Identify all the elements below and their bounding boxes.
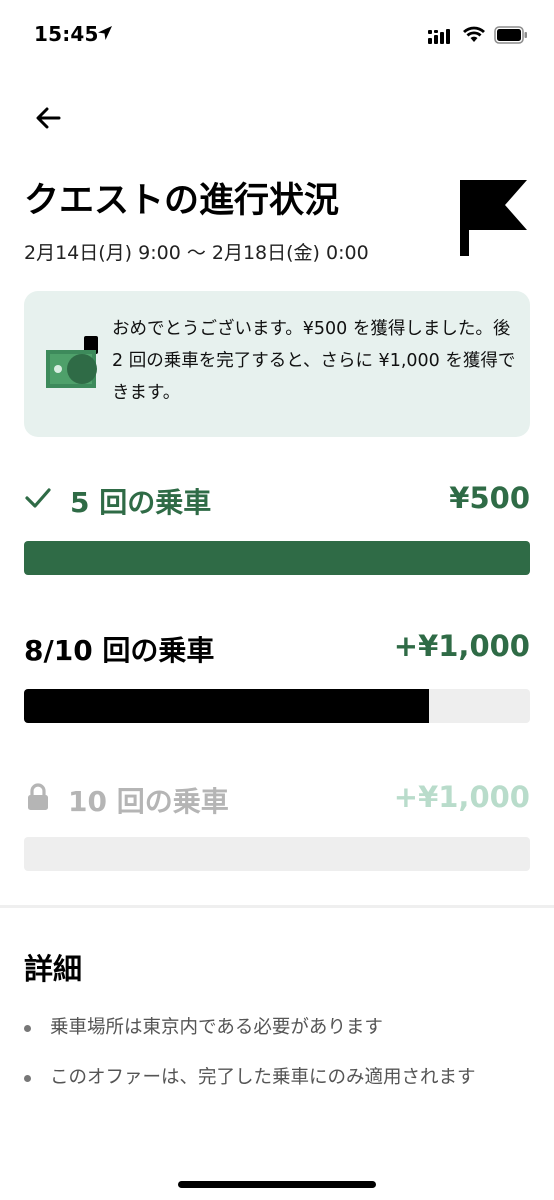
bullet — [24, 1075, 31, 1082]
progress-bar-fill — [24, 541, 530, 575]
progress-bar — [24, 689, 530, 723]
wifi-icon — [463, 26, 485, 42]
back-arrow-icon — [36, 107, 61, 129]
details-list: 乗車場所は東京内である必要があります このオファーは、完了した乗車にのみ適用され… — [24, 1012, 530, 1112]
tier-amount: +¥1,000 — [393, 780, 530, 814]
tier-amount: ¥500 — [449, 481, 530, 515]
signal-icon — [428, 29, 450, 44]
detail-text: このオファーは、完了した乗車にのみ適用されます — [50, 1067, 476, 1088]
lock-icon — [28, 783, 48, 810]
bullet — [24, 1025, 31, 1032]
banner-message: おめでとうございます。¥500 を獲得しました。後 2 回の乗車を完了すると、さ… — [112, 319, 516, 403]
section-divider — [0, 905, 554, 908]
list-item: このオファーは、完了した乗車にのみ適用されます — [24, 1062, 530, 1094]
tier-amount: +¥1,000 — [393, 629, 530, 663]
details-title: 詳細 — [24, 952, 83, 986]
list-item: 乗車場所は東京内である必要があります — [24, 1012, 530, 1044]
page-title: クエストの進行状況 — [24, 181, 340, 221]
home-indicator[interactable] — [178, 1181, 376, 1188]
tier-label: 10 回の乗車 — [68, 785, 229, 818]
progress-bar-fill — [24, 689, 429, 723]
date-range: 2月14日(月) 9:00 〜 2月18日(金) 0:00 — [24, 242, 369, 264]
flag-icon — [460, 180, 527, 256]
location-arrow-icon — [98, 26, 112, 40]
detail-text: 乗車場所は東京内である必要があります — [50, 1017, 383, 1038]
progress-bar — [24, 541, 530, 575]
tier-label: 5 回の乗車 — [70, 486, 212, 519]
progress-bar — [24, 837, 530, 871]
back-button[interactable] — [28, 98, 68, 138]
status-time: 15:45 — [34, 22, 99, 46]
check-icon — [25, 488, 51, 508]
battery-icon — [494, 26, 527, 44]
tier-label: 8/10 回の乗車 — [24, 634, 215, 667]
cash-icon — [46, 336, 98, 388]
